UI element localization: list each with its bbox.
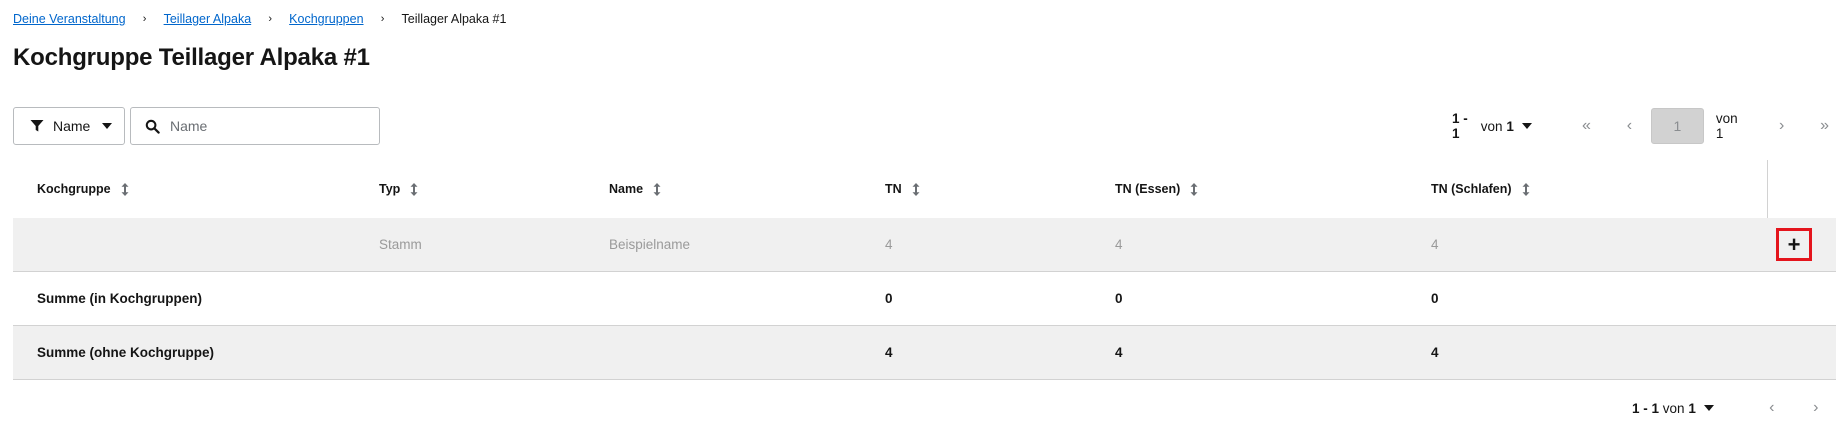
table-cell: Beispielname xyxy=(609,237,691,252)
breadcrumb: Deine Veranstaltung › Teillager Alpaka ›… xyxy=(13,12,506,26)
table-cell: 0 xyxy=(1431,291,1439,306)
range-total: 1 xyxy=(1688,400,1696,416)
caret-down-icon xyxy=(102,123,113,129)
current-page-input[interactable] xyxy=(1650,108,1704,144)
next-page-button[interactable]: › xyxy=(1794,389,1838,427)
caret-down-icon xyxy=(1703,405,1714,411)
pagination-bottom: 1 - 1 von 1 ‹ › xyxy=(1632,394,1838,422)
first-page-button[interactable]: « xyxy=(1565,107,1608,145)
table-cell: 0 xyxy=(1115,291,1123,306)
breadcrumb-link-kochgruppen[interactable]: Kochgruppen xyxy=(289,12,363,26)
column-header-tn-schlafen[interactable]: TN (Schlafen) xyxy=(1431,160,1530,218)
range-text: 1 - 1 xyxy=(1452,111,1468,141)
table-row: Stamm Beispielname 4 4 4 xyxy=(13,218,1836,272)
table-row: Summe (ohne Kochgruppe) 4 4 4 xyxy=(13,326,1836,380)
search-input[interactable] xyxy=(170,118,370,134)
breadcrumb-current: Teillager Alpaka #1 xyxy=(401,12,507,26)
breadcrumb-link-veranstaltung[interactable]: Deine Veranstaltung xyxy=(13,12,126,26)
table-cell: 4 xyxy=(1431,345,1439,360)
previous-page-button[interactable]: ‹ xyxy=(1608,107,1651,145)
sort-icon xyxy=(912,182,920,196)
filter-attribute-label: Name xyxy=(53,118,91,134)
table-cell: 4 xyxy=(885,237,893,252)
caret-down-icon xyxy=(1521,123,1532,129)
filter-toolbar: Name xyxy=(13,107,380,145)
previous-page-button[interactable]: ‹ xyxy=(1750,389,1794,427)
last-page-button[interactable]: » xyxy=(1803,107,1846,145)
breadcrumb-link-teillager[interactable]: Teillager Alpaka xyxy=(164,12,252,26)
filter-icon xyxy=(30,120,44,132)
breadcrumb-separator-icon: › xyxy=(268,13,272,25)
breadcrumb-separator-icon: › xyxy=(380,13,385,25)
breadcrumb-separator-icon: › xyxy=(142,13,147,25)
sort-icon xyxy=(410,182,418,196)
range-total: 1 xyxy=(1506,118,1514,134)
column-header-typ[interactable]: Typ xyxy=(379,160,418,218)
table-cell: Summe (in Kochgruppen) xyxy=(37,291,202,306)
column-header-kochgruppe[interactable]: Kochgruppe xyxy=(37,160,129,218)
column-header-tn[interactable]: TN xyxy=(885,160,920,218)
table-cell: Summe (ohne Kochgruppe) xyxy=(37,345,215,360)
table-row: Summe (in Kochgruppen) 0 0 0 xyxy=(13,272,1836,326)
filter-attribute-dropdown[interactable]: Name xyxy=(13,107,125,145)
sort-icon xyxy=(1190,182,1198,196)
add-kochgruppe-button[interactable]: + xyxy=(1776,228,1812,261)
page-of-label: von 1 xyxy=(1715,111,1738,141)
table-cell: 4 xyxy=(1431,237,1439,252)
table-cell: 4 xyxy=(1115,345,1123,360)
table-cell: 0 xyxy=(885,291,893,306)
range-of-word: von xyxy=(1662,400,1685,416)
page-title: Kochgruppe Teillager Alpaka #1 xyxy=(13,44,370,71)
pagination-top: 1 - 1 von 1 « ‹ von 1 › » xyxy=(1452,107,1846,145)
per-page-toggle[interactable]: 1 - 1 von 1 xyxy=(1452,111,1532,141)
per-page-toggle[interactable]: 1 - 1 von 1 xyxy=(1632,401,1714,416)
table-cell: 4 xyxy=(885,345,893,360)
range-of-word: von xyxy=(1480,118,1503,134)
sort-icon xyxy=(653,182,661,196)
sort-icon xyxy=(121,182,129,196)
column-header-tn-essen[interactable]: TN (Essen) xyxy=(1115,160,1198,218)
table-cell: Stamm xyxy=(379,237,422,252)
kochgruppen-table: Kochgruppe Typ Name TN TN (Essen) TN (Sc… xyxy=(13,160,1836,380)
range-text: 1 - 1 xyxy=(1632,400,1660,416)
table-header-row: Kochgruppe Typ Name TN TN (Essen) TN (Sc… xyxy=(13,160,1836,218)
search-icon xyxy=(145,119,160,134)
search-box[interactable] xyxy=(130,107,380,145)
column-header-name[interactable]: Name xyxy=(609,160,661,218)
table-cell: 4 xyxy=(1115,237,1123,252)
sort-icon xyxy=(1522,182,1530,196)
next-page-button[interactable]: › xyxy=(1760,107,1803,145)
